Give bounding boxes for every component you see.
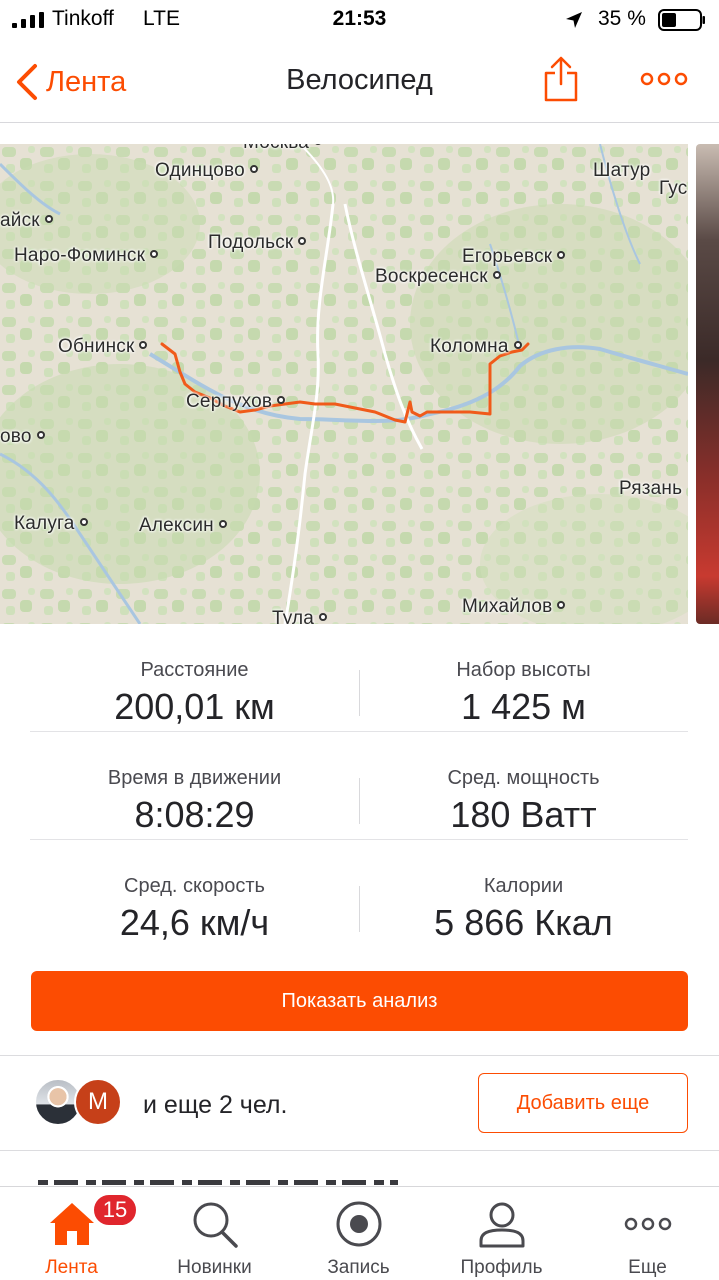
battery-icon: [658, 9, 705, 31]
map-label-odintsovo: Одинцово: [155, 160, 258, 182]
stat-row: Время в движении 8:08:29 Сред. мощность …: [30, 732, 688, 840]
activity-stats: Расстояние 200,01 км Набор высоты 1 425 …: [30, 624, 688, 948]
map-label-voskresensk: Воскресенск: [375, 266, 501, 288]
add-more-button[interactable]: Добавить еще: [478, 1073, 688, 1133]
stat-row: Сред. скорость 24,6 км/ч Калории 5 866 К…: [30, 840, 688, 948]
tab-record[interactable]: Запись: [287, 1187, 430, 1280]
map-label-moskva: Москва: [243, 144, 323, 154]
stat-label: Сред. мощность: [447, 767, 600, 789]
back-label: Лента: [46, 65, 127, 98]
stat-label: Время в движении: [107, 767, 282, 789]
tab-more[interactable]: Еще: [576, 1187, 719, 1280]
map-label-podolsk: Подольск: [208, 232, 307, 254]
more-options-icon[interactable]: [640, 70, 688, 88]
navigation-bar: Лента Велосипед: [0, 42, 719, 123]
stat-label: Набор высоты: [456, 659, 591, 681]
stat-value: 180 Ватт: [450, 794, 597, 835]
stat-row: Расстояние 200,01 км Набор высоты 1 425 …: [30, 624, 688, 732]
truncated-content: [38, 1174, 398, 1186]
location-arrow-icon: [566, 12, 582, 28]
map-label-ryazan: Рязань: [619, 478, 683, 499]
record-icon: [336, 1201, 381, 1247]
route-map[interactable]: Москва Одинцово Шатур Гус айск Подольск …: [0, 144, 688, 624]
profile-icon: [479, 1202, 524, 1248]
stat-calories: Калории 5 866 Ккал: [359, 840, 688, 948]
map-background: [0, 144, 688, 624]
tab-label: Лента: [45, 1257, 98, 1278]
avatar[interactable]: M: [74, 1078, 122, 1126]
tab-profile[interactable]: Профиль: [430, 1187, 573, 1280]
show-analysis-button[interactable]: Показать анализ: [31, 971, 688, 1031]
map-label-gus: Гус: [659, 178, 688, 199]
stat-avg-power: Сред. мощность 180 Ватт: [359, 732, 688, 840]
map-label-mikhailov: Михайлов: [462, 596, 566, 618]
tab-explore[interactable]: Новинки: [143, 1187, 286, 1280]
map-label-obninsk: Обнинск: [58, 336, 148, 358]
map-label-aisk: айск: [0, 210, 53, 232]
participants-count-text[interactable]: и еще 2 чел.: [143, 1091, 287, 1120]
map-label-aleksin: Алексин: [139, 515, 227, 537]
map-label-naro-fominsk: Наро-Фоминск: [14, 245, 159, 267]
stat-elevation-gain: Набор высоты 1 425 м: [359, 624, 688, 732]
more-icon: [624, 1217, 671, 1231]
activity-photo-thumbnail[interactable]: [696, 144, 719, 624]
tab-bar: 15 Лента Новинки Запись Профиль Еще: [0, 1186, 719, 1280]
map-label-ovo: ово: [0, 426, 45, 448]
stat-value: 5 866 Ккал: [434, 902, 613, 943]
stat-value: 1 425 м: [461, 686, 586, 727]
stat-value: 24,6 км/ч: [119, 902, 270, 943]
stat-label: Расстояние: [140, 659, 249, 681]
tab-label: Новинки: [177, 1257, 252, 1278]
stat-moving-time: Время в движении 8:08:29: [30, 732, 359, 840]
search-icon: [193, 1202, 238, 1248]
home-icon: [49, 1203, 94, 1245]
map-label-shatura: Шатур: [593, 160, 651, 181]
tab-feed[interactable]: 15 Лента: [0, 1187, 143, 1280]
map-label-serpukhov: Серпухов: [186, 391, 286, 413]
stat-label: Сред. скорость: [124, 875, 265, 897]
stat-distance: Расстояние 200,01 км: [30, 624, 359, 732]
tab-label: Профиль: [460, 1257, 543, 1278]
stat-label: Калории: [483, 875, 564, 897]
tab-label: Еще: [628, 1257, 667, 1278]
status-bar: Tinkoff LTE 21:53 35 %: [0, 0, 719, 42]
group-participants: M и еще 2 чел. Добавить еще: [0, 1056, 719, 1150]
tab-label: Запись: [327, 1257, 390, 1278]
notification-badge: 15: [92, 1193, 138, 1227]
stat-value: 200,01 км: [114, 686, 275, 727]
share-icon[interactable]: [543, 56, 579, 102]
stat-avg-speed: Сред. скорость 24,6 км/ч: [30, 840, 359, 948]
map-label-tula: Тула: [272, 608, 328, 624]
map-label-kaluga: Калуга: [14, 513, 88, 535]
battery-percent: 35 %: [598, 7, 646, 30]
chevron-left-icon: [17, 64, 37, 100]
map-label-egorievsk: Егорьевск: [462, 246, 566, 268]
stat-value: 8:08:29: [134, 794, 255, 835]
divider: [0, 1150, 719, 1151]
map-label-kolomna: Коломна: [430, 336, 522, 358]
back-button[interactable]: Лента: [14, 60, 126, 104]
